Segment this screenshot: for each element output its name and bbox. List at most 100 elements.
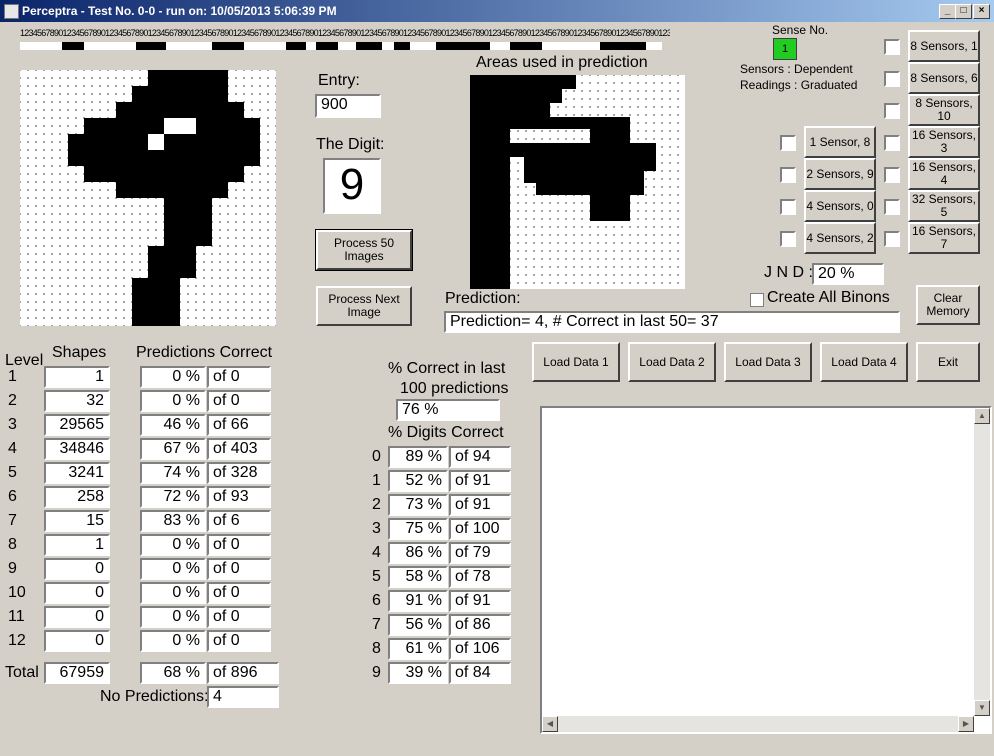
level-number: 6 <box>8 488 17 505</box>
level-of-field: of 0 <box>207 582 271 604</box>
close-button[interactable]: × <box>973 4 990 19</box>
sensor-button-16-3[interactable]: 16 Sensors, 3 <box>908 126 980 158</box>
sensor-button-32-5[interactable]: 32 Sensors, 5 <box>908 190 980 222</box>
level-of-field: of 0 <box>207 534 271 556</box>
sensors-info-line2: Readings : Graduated <box>740 78 858 92</box>
sensor-button-8-1[interactable]: 8 Sensors, 1 <box>908 30 980 62</box>
sensor-checkbox-8-10[interactable] <box>884 103 900 119</box>
areas-label: Areas used in prediction <box>476 54 648 71</box>
total-shapes-field: 67959 <box>44 662 110 684</box>
level-of-field: of 328 <box>207 462 271 484</box>
log-horizontal-scrollbar[interactable]: ◀ ▶ <box>542 716 974 732</box>
sensor-ruler-digits: 1234567890123456789012345678901234567890… <box>20 28 670 38</box>
sensor-button-4-2[interactable]: 4 Sensors, 2 <box>804 222 876 254</box>
sensor-checkbox-16-7[interactable] <box>884 231 900 247</box>
level-shapes-field: 32 <box>44 390 110 412</box>
level-shapes-field: 0 <box>44 582 110 604</box>
sensor-checkbox-16-3[interactable] <box>884 135 900 151</box>
maximize-button[interactable]: □ <box>955 4 972 19</box>
total-of-field: of 896 <box>207 662 279 684</box>
sensor-checkbox-8-1[interactable] <box>884 39 900 55</box>
level-pct-field: 67 % <box>140 438 206 460</box>
level-number: 8 <box>8 536 17 553</box>
jnd-field[interactable]: 20 % <box>812 263 884 285</box>
level-shapes-field: 0 <box>44 606 110 628</box>
level-number: 7 <box>8 512 17 529</box>
sensor-button-8-6[interactable]: 8 Sensors, 6 <box>908 62 980 94</box>
digit-pct-field: 52 % <box>388 470 448 492</box>
process-next-image-button[interactable]: Process Next Image <box>316 286 412 326</box>
level-shapes-field: 0 <box>44 630 110 652</box>
level-pct-field: 0 % <box>140 630 206 652</box>
scroll-right-arrow-icon[interactable]: ▶ <box>958 716 974 732</box>
level-number: 12 <box>8 632 26 649</box>
level-of-field: of 0 <box>207 390 271 412</box>
predictions-correct-header: Predictions Correct <box>136 344 273 361</box>
load-data-3-button[interactable]: Load Data 3 <box>724 342 812 382</box>
areas-used-grid <box>470 75 685 289</box>
sensor-button-16-4[interactable]: 16 Sensors, 4 <box>908 158 980 190</box>
sensor-checkbox-32-5[interactable] <box>884 199 900 215</box>
digit-of-field: of 100 <box>449 518 511 540</box>
log-text-area[interactable] <box>540 406 992 734</box>
level-pct-field: 83 % <box>140 510 206 532</box>
digit-pct-field: 91 % <box>388 590 448 612</box>
digit-pct-field: 39 % <box>388 662 448 684</box>
scroll-up-arrow-icon[interactable]: ▲ <box>974 408 990 424</box>
clear-memory-button[interactable]: Clear Memory <box>916 285 980 325</box>
level-number: 5 <box>8 464 17 481</box>
sensor-button-8-10[interactable]: 8 Sensors, 10 <box>908 94 980 126</box>
digit-number: 0 <box>372 448 381 465</box>
level-shapes-field: 29565 <box>44 414 110 436</box>
digit-of-field: of 79 <box>449 542 511 564</box>
no-predictions-label: No Predictions: <box>100 688 209 705</box>
sensor-checkbox-2-9[interactable] <box>780 167 796 183</box>
level-of-field: of 0 <box>207 606 271 628</box>
sensor-checkbox-4-2[interactable] <box>780 231 796 247</box>
scroll-down-arrow-icon[interactable]: ▼ <box>974 700 990 716</box>
sensor-button-4-0[interactable]: 4 Sensors, 0 <box>804 190 876 222</box>
sensor-checkbox-16-4[interactable] <box>884 167 900 183</box>
digit-of-field: of 86 <box>449 614 511 636</box>
level-number: 9 <box>8 560 17 577</box>
level-of-field: of 403 <box>207 438 271 460</box>
sensor-button-16-7[interactable]: 16 Sensors, 7 <box>908 222 980 254</box>
digit-pct-field: 89 % <box>388 446 448 468</box>
sense-no-label: Sense No. <box>772 23 829 37</box>
level-pct-field: 74 % <box>140 462 206 484</box>
level-pct-field: 46 % <box>140 414 206 436</box>
title-bar: Perceptra - Test No. 0-0 - run on: 10/05… <box>0 0 994 22</box>
load-data-4-button[interactable]: Load Data 4 <box>820 342 908 382</box>
sensor-checkbox-8-6[interactable] <box>884 71 900 87</box>
create-all-binons-checkbox[interactable] <box>750 293 764 307</box>
level-pct-field: 0 % <box>140 582 206 604</box>
digit-number: 2 <box>372 496 381 513</box>
sensor-checkbox-4-0[interactable] <box>780 199 796 215</box>
level-number: 2 <box>8 392 17 409</box>
log-vertical-scrollbar[interactable]: ▲ ▼ <box>974 408 990 716</box>
level-shapes-field: 3241 <box>44 462 110 484</box>
scroll-left-arrow-icon[interactable]: ◀ <box>542 716 558 732</box>
digits-correct-label: % Digits Correct <box>388 424 504 441</box>
level-of-field: of 0 <box>207 558 271 580</box>
digit-of-field: of 91 <box>449 590 511 612</box>
jnd-label: J N D : <box>764 264 813 281</box>
level-pct-field: 0 % <box>140 558 206 580</box>
sensor-checkbox-1-8[interactable] <box>780 135 796 151</box>
level-pct-field: 0 % <box>140 390 206 412</box>
digit-number: 6 <box>372 592 381 609</box>
exit-button[interactable]: Exit <box>916 342 980 382</box>
digit-of-field: of 94 <box>449 446 511 468</box>
digit-number: 1 <box>372 472 381 489</box>
process-50-images-button[interactable]: Process 50 Images <box>315 229 413 271</box>
sensor-button-1-8[interactable]: 1 Sensor, 8 <box>804 126 876 158</box>
entry-field[interactable]: 900 <box>315 94 381 118</box>
level-shapes-field: 258 <box>44 486 110 508</box>
sensor-button-2-9[interactable]: 2 Sensors, 9 <box>804 158 876 190</box>
minimize-button[interactable]: _ <box>939 4 956 19</box>
level-pct-field: 0 % <box>140 606 206 628</box>
digit-pct-field: 75 % <box>388 518 448 540</box>
digit-number: 9 <box>372 664 381 681</box>
load-data-1-button[interactable]: Load Data 1 <box>532 342 620 382</box>
load-data-2-button[interactable]: Load Data 2 <box>628 342 716 382</box>
